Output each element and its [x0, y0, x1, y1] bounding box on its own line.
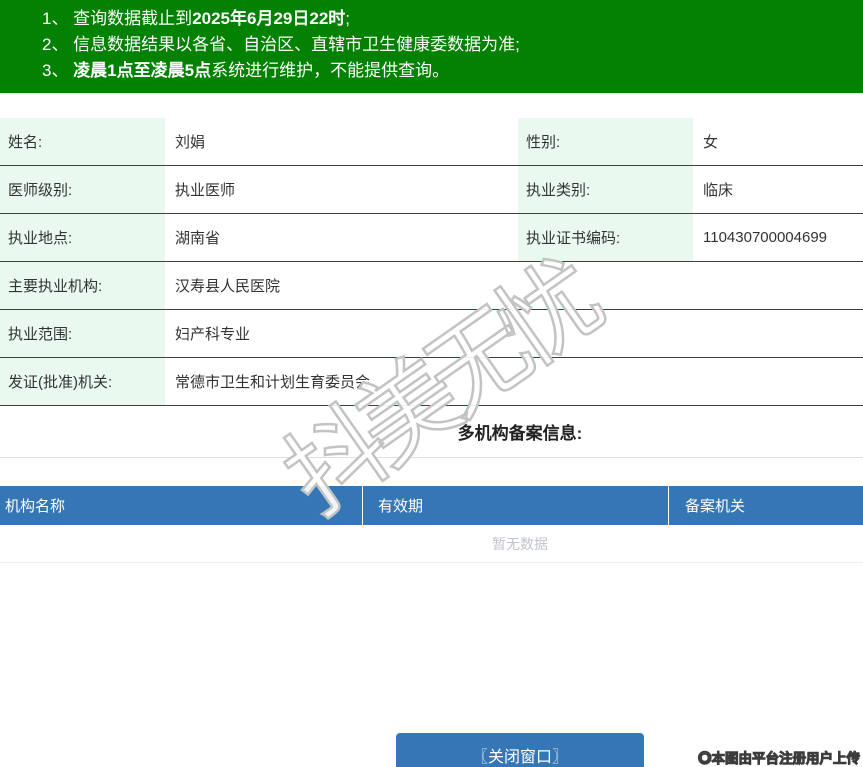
col-validity-period: 有效期: [363, 486, 669, 525]
label-practice-location: 执业地点:: [0, 214, 165, 261]
value-name: 刘娟: [165, 118, 518, 165]
multi-org-table-header: 机构名称 有效期 备案机关: [0, 486, 863, 525]
notice-text: ;: [345, 9, 351, 28]
notice-text: 3、: [42, 61, 74, 80]
table-row: 主要执业机构: 汉寿县人民医院: [0, 262, 863, 310]
label-practice-category: 执业类别:: [518, 166, 693, 213]
value-practice-category: 临床: [693, 166, 863, 213]
notice-line-2: 2、 信息数据结果以各省、自治区、直辖市卫生健康委数据为准;: [42, 32, 863, 58]
label-practice-scope: 执业范围:: [0, 310, 165, 357]
notice-text: 系统进行维护，不能提供查询。: [211, 61, 450, 80]
value-issuing-authority: 常德市卫生和计划生育委员会: [165, 358, 863, 405]
table-row: 执业范围: 妇产科专业: [0, 310, 863, 358]
label-main-institution: 主要执业机构:: [0, 262, 165, 309]
notice-line-3: 3、 凌晨1点至凌晨5点系统进行维护，不能提供查询。: [42, 58, 863, 84]
value-gender: 女: [693, 118, 863, 165]
label-gender: 性别:: [518, 118, 693, 165]
value-main-institution: 汉寿县人民医院: [165, 262, 863, 309]
table-row: 医师级别: 执业医师 执业类别: 临床: [0, 166, 863, 214]
value-license-number: 110430700004699: [693, 214, 863, 261]
col-filing-authority: 备案机关: [685, 498, 746, 515]
label-name: 姓名:: [0, 118, 165, 165]
close-window-button[interactable]: 〖关闭窗口〗: [396, 733, 644, 767]
query-result-page: 1、 查询数据截止到2025年6月29日22时; 2、 信息数据结果以各省、自治…: [0, 0, 863, 767]
value-practice-scope: 妇产科专业: [165, 310, 863, 357]
info-table: 姓名: 刘娟 性别: 女 医师级别: 执业医师 执业类别: 临床 执业地点: 湖…: [0, 118, 863, 406]
multi-org-section: 多机构备案信息:: [0, 406, 863, 458]
value-doctor-level: 执业医师: [165, 166, 518, 213]
col-institution-name: 机构名称: [0, 486, 363, 525]
label-doctor-level: 医师级别:: [0, 166, 165, 213]
multi-org-heading: 多机构备案信息:: [457, 424, 583, 443]
table-row: 发证(批准)机关: 常德市卫生和计划生育委员会: [0, 358, 863, 406]
notice-text: 1、 查询数据截止到: [42, 9, 193, 28]
notice-line-1: 1、 查询数据截止到2025年6月29日22时;: [42, 6, 863, 32]
table-row: 执业地点: 湖南省 执业证书编码: 110430700004699: [0, 214, 863, 262]
table-row: 姓名: 刘娟 性别: 女: [0, 118, 863, 166]
label-issuing-authority: 发证(批准)机关:: [0, 358, 165, 405]
notice-bold-text: 2025年6月29日22时: [192, 9, 346, 28]
empty-data-text: 暂无数据: [0, 525, 863, 563]
notice-text: 2、 信息数据结果以各省、自治区、直辖市卫生健康委数据为准;: [42, 35, 520, 54]
value-practice-location: 湖南省: [165, 214, 518, 261]
label-license-number: 执业证书编码:: [518, 214, 693, 261]
notice-bold-text: 凌晨1点至凌晨5点: [73, 61, 212, 80]
notice-banner: 1、 查询数据截止到2025年6月29日22时; 2、 信息数据结果以各省、自治…: [0, 0, 863, 93]
